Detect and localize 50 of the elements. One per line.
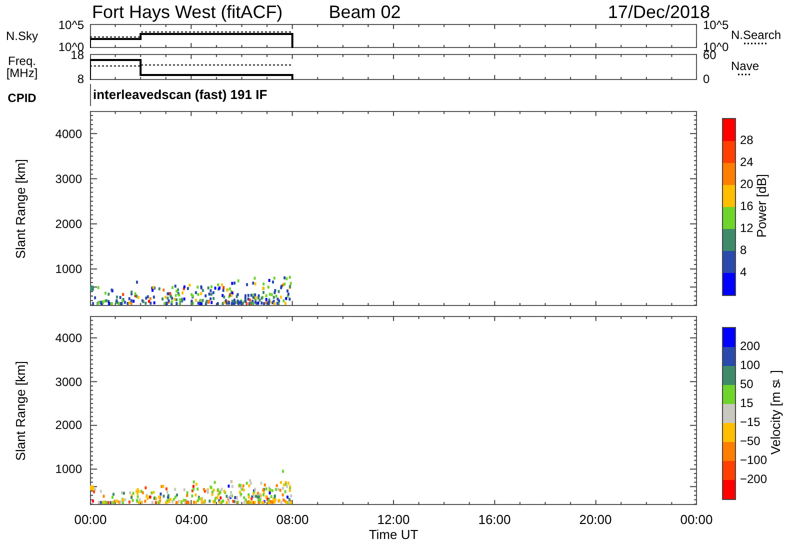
cpid-label: CPID	[8, 90, 36, 107]
axis-tick-label: 2000	[55, 419, 82, 432]
axis-tick-label: 12:00	[376, 512, 411, 527]
axis-tick-label: 4000	[55, 332, 82, 344]
colorbar-tick-label: 16	[740, 198, 754, 215]
axis-tick-label: 08:00	[275, 512, 310, 527]
colorbar-tick-label: −15	[740, 414, 762, 430]
colorbar-tick-label: 100	[740, 356, 762, 374]
axis-tick-label: 8	[77, 73, 84, 85]
axis-title: Slant Range [km]	[12, 360, 30, 460]
panel-label: Freq.	[8, 55, 36, 67]
colorbar-tick-label: 200	[740, 338, 762, 354]
colorbar-tick-label: 28	[740, 132, 754, 149]
axis-tick-label: 00:00	[73, 512, 108, 527]
colorbar-tick-label: 50	[740, 376, 754, 392]
axis-tick-label: 1000	[55, 262, 82, 275]
legend-label: Nave	[731, 58, 760, 72]
axis-tick-label: 4000	[55, 128, 82, 140]
axis-tick-label: 16:00	[477, 512, 512, 527]
axis-tick-label: 2000	[55, 218, 82, 230]
colorbar-tick-label: −50	[740, 432, 762, 450]
axis-tick-label: 3000	[55, 376, 82, 388]
colorbar-tick-label: −200	[740, 470, 768, 488]
legend-label: N.Search	[731, 28, 782, 42]
axis-title: Slant Range [km]	[12, 158, 30, 258]
chart-title: Fort Hays West (fitACF)	[92, 2, 283, 22]
colorbar-tick-label: 4	[740, 264, 748, 281]
colorbar-tick-label: 12	[740, 220, 754, 237]
panel-label: N.Sky	[6, 30, 38, 42]
legend-dotted-line	[744, 42, 768, 44]
colorbar-tick-label: 24	[740, 154, 754, 171]
date-label: 17/Dec/2018	[608, 2, 710, 22]
colorbar-tick-label: −100	[740, 452, 768, 468]
axis-tick-label: 3000	[55, 172, 82, 185]
cpid-value: interleavedscan (fast) 191 IF	[92, 86, 268, 104]
axis-tick-label: 0	[703, 73, 711, 85]
colorbar-title: Power [dB]	[753, 174, 770, 238]
axis-tick-label: 04:00	[174, 512, 209, 527]
beam-label: Beam 02	[328, 2, 401, 22]
axis-tick-label: 10^5	[58, 19, 84, 31]
axis-tick-label: 1000	[55, 463, 82, 476]
axis-title: Time UT	[368, 527, 418, 542]
panel-label: [MHz]	[6, 67, 38, 79]
legend-dotted-line	[738, 72, 752, 76]
colorbar-tick-label: 15	[740, 394, 754, 412]
colorbar-tick-label: 8	[740, 242, 748, 259]
colorbar-tick-label: 20	[740, 176, 754, 193]
axis-tick-label: 20:00	[578, 512, 613, 527]
axis-tick-label: 00:00	[679, 512, 714, 527]
axis-tick-label: 10^5	[703, 19, 730, 31]
